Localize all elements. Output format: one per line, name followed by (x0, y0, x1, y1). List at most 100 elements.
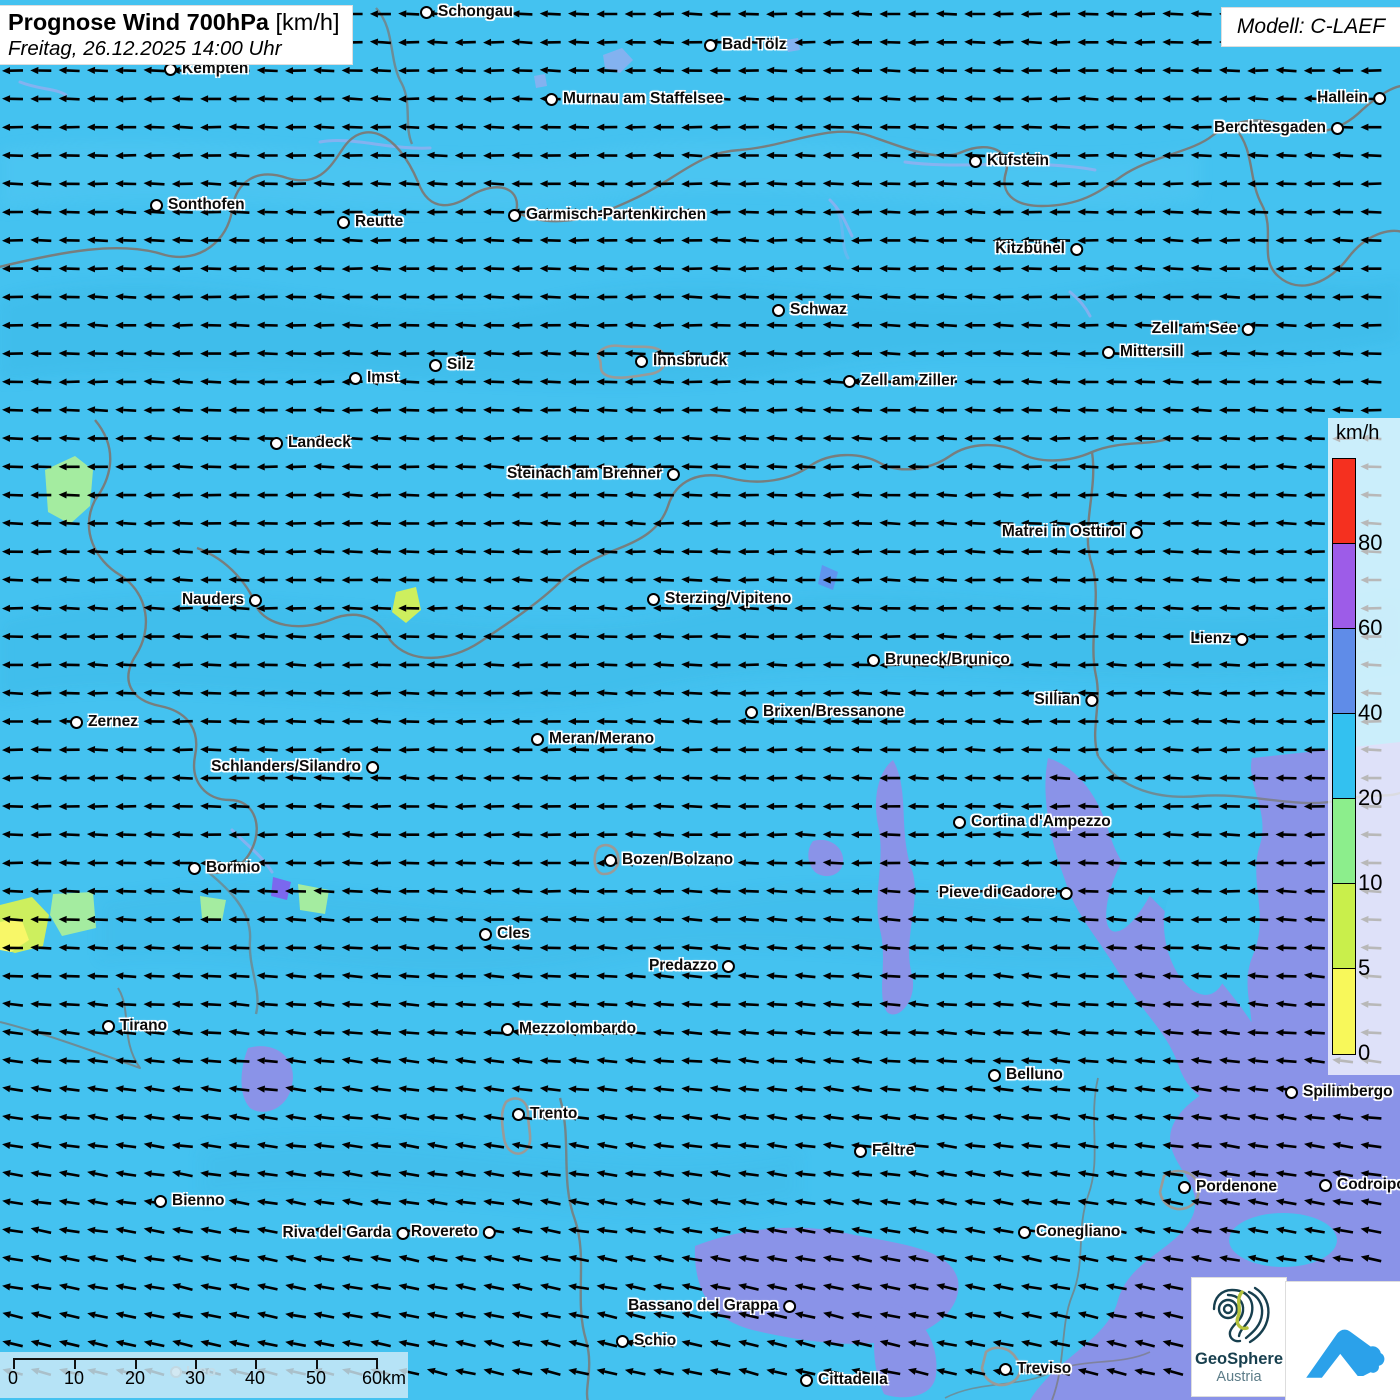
city-marker: Schwaz (772, 301, 847, 319)
scale-tick-label: 40 (244, 1368, 266, 1388)
city-marker: Zell am Ziller (843, 372, 956, 390)
city-marker: Matrei in Osttirol (1002, 523, 1143, 541)
city-dot (164, 62, 177, 76)
city-marker: Zell am See (1152, 320, 1255, 338)
city-label: Tirano (120, 1017, 168, 1034)
legend-band (1333, 969, 1355, 1054)
legend-tick-label: 40 (1358, 700, 1383, 725)
city-dot (999, 1362, 1012, 1376)
legend-band (1333, 459, 1355, 544)
scale-tick-label: 60km (361, 1368, 407, 1388)
legend-tick-label: 20 (1358, 785, 1383, 810)
legend-tick-label: 5 (1358, 955, 1371, 980)
city-marker: Reutte (337, 213, 403, 231)
city-label: Pordenone (1196, 1178, 1277, 1195)
city-dot (1242, 322, 1255, 336)
scale-tick-label: 50 (305, 1368, 327, 1388)
city-dot (1070, 242, 1083, 256)
city-label: Bad Tölz (722, 36, 787, 53)
city-marker: Nauders (182, 591, 262, 609)
city-dot (396, 1226, 409, 1240)
city-marker: Garmisch-Partenkirchen (508, 206, 706, 224)
city-marker: Riva del Garda (282, 1224, 409, 1242)
city-marker: Murnau am Staffelsee (545, 90, 723, 108)
city-label: Garmisch-Partenkirchen (526, 206, 707, 223)
city-dot (745, 705, 758, 719)
map-scale-bar: 0 10 20 30 40 50 60km (0, 1352, 408, 1398)
city-dot (647, 592, 660, 606)
city-marker: Feltre (854, 1142, 914, 1160)
city-dot (867, 653, 880, 667)
city-dot (1178, 1180, 1191, 1194)
legend-band (1333, 884, 1355, 969)
city-marker: Imst (349, 369, 399, 387)
city-dot (704, 38, 717, 52)
city-label: Schongau (438, 3, 513, 20)
city-label: Trento (530, 1105, 578, 1122)
city-marker: Lienz (1190, 630, 1248, 648)
city-dot (969, 154, 982, 168)
city-dot (1235, 632, 1248, 646)
mountain-cloud-app-icon (1306, 1329, 1385, 1378)
city-dot (1060, 886, 1073, 900)
city-marker: Pieve di Cadore (939, 884, 1073, 902)
city-label: Bassano del Grappa (628, 1297, 778, 1314)
legend-tick-label: 0 (1358, 1040, 1371, 1065)
city-dot (420, 5, 433, 19)
city-dot (635, 354, 648, 368)
city-marker: Zernez (70, 713, 138, 731)
city-marker: Bad Tölz (704, 36, 787, 54)
city-label: Reutte (355, 213, 404, 230)
city-label: Pieve di Cadore (938, 884, 1055, 901)
city-marker: Schongau (420, 3, 513, 21)
city-dot (545, 92, 558, 106)
city-marker: Sillian (1034, 691, 1098, 709)
scale-tick-label: 30 (184, 1368, 206, 1388)
city-label: Schio (634, 1332, 677, 1349)
city-label: Bienno (172, 1192, 225, 1209)
forecast-title-main: Prognose Wind 700hPa (8, 9, 269, 35)
city-marker: Cittadella (800, 1371, 888, 1389)
city-dot (150, 198, 163, 212)
city-label: Schlanders/Silandro (211, 758, 361, 775)
city-marker: Innsbruck (635, 352, 727, 370)
geosphere-logo-box: GeoSphere Austria (1192, 1278, 1286, 1396)
city-dot (1319, 1178, 1332, 1192)
city-marker: Kitzbühel (995, 240, 1083, 258)
city-dot (1018, 1225, 1031, 1239)
legend-unit-label: km/h (1336, 422, 1380, 444)
city-marker: Bormio (188, 859, 260, 877)
city-dot (249, 593, 262, 607)
wind-speed-legend: km/h 80 60 40 20 10 5 0 (1328, 418, 1400, 1075)
city-marker: Meran/Merano (531, 730, 654, 748)
legend-tick-label: 60 (1358, 615, 1383, 640)
city-label: Imst (367, 369, 399, 386)
city-label: Feltre (872, 1142, 915, 1159)
city-marker: Spilimbergo (1285, 1083, 1393, 1101)
city-dot (604, 853, 617, 867)
city-label: Conegliano (1036, 1223, 1121, 1240)
city-label: Sterzing/Vipiteno (665, 590, 792, 607)
city-marker: Conegliano (1018, 1223, 1120, 1241)
city-label: Matrei in Osttirol (1001, 523, 1125, 540)
city-marker: Bienno (154, 1192, 225, 1210)
city-marker: Kufstein (969, 152, 1049, 170)
city-dot (783, 1299, 796, 1313)
city-label: Meran/Merano (549, 730, 655, 747)
city-marker: Hallein (1317, 89, 1386, 107)
city-label: Zell am See (1151, 320, 1237, 337)
city-marker: Trento (512, 1105, 577, 1123)
legend-tick-label: 80 (1358, 530, 1383, 555)
city-dot (1331, 121, 1344, 135)
scale-tick-label: 20 (124, 1368, 146, 1388)
legend-band (1333, 629, 1355, 714)
legend-band (1333, 544, 1355, 629)
legend-tick-label: 10 (1358, 870, 1383, 895)
city-label: Treviso (1017, 1360, 1072, 1377)
city-marker: Treviso (999, 1360, 1071, 1378)
city-dot (616, 1334, 629, 1348)
city-label: Nauders (181, 591, 244, 608)
city-dot (722, 959, 735, 973)
city-label: Riva del Garda (282, 1224, 391, 1241)
city-label: Kufstein (987, 152, 1049, 169)
